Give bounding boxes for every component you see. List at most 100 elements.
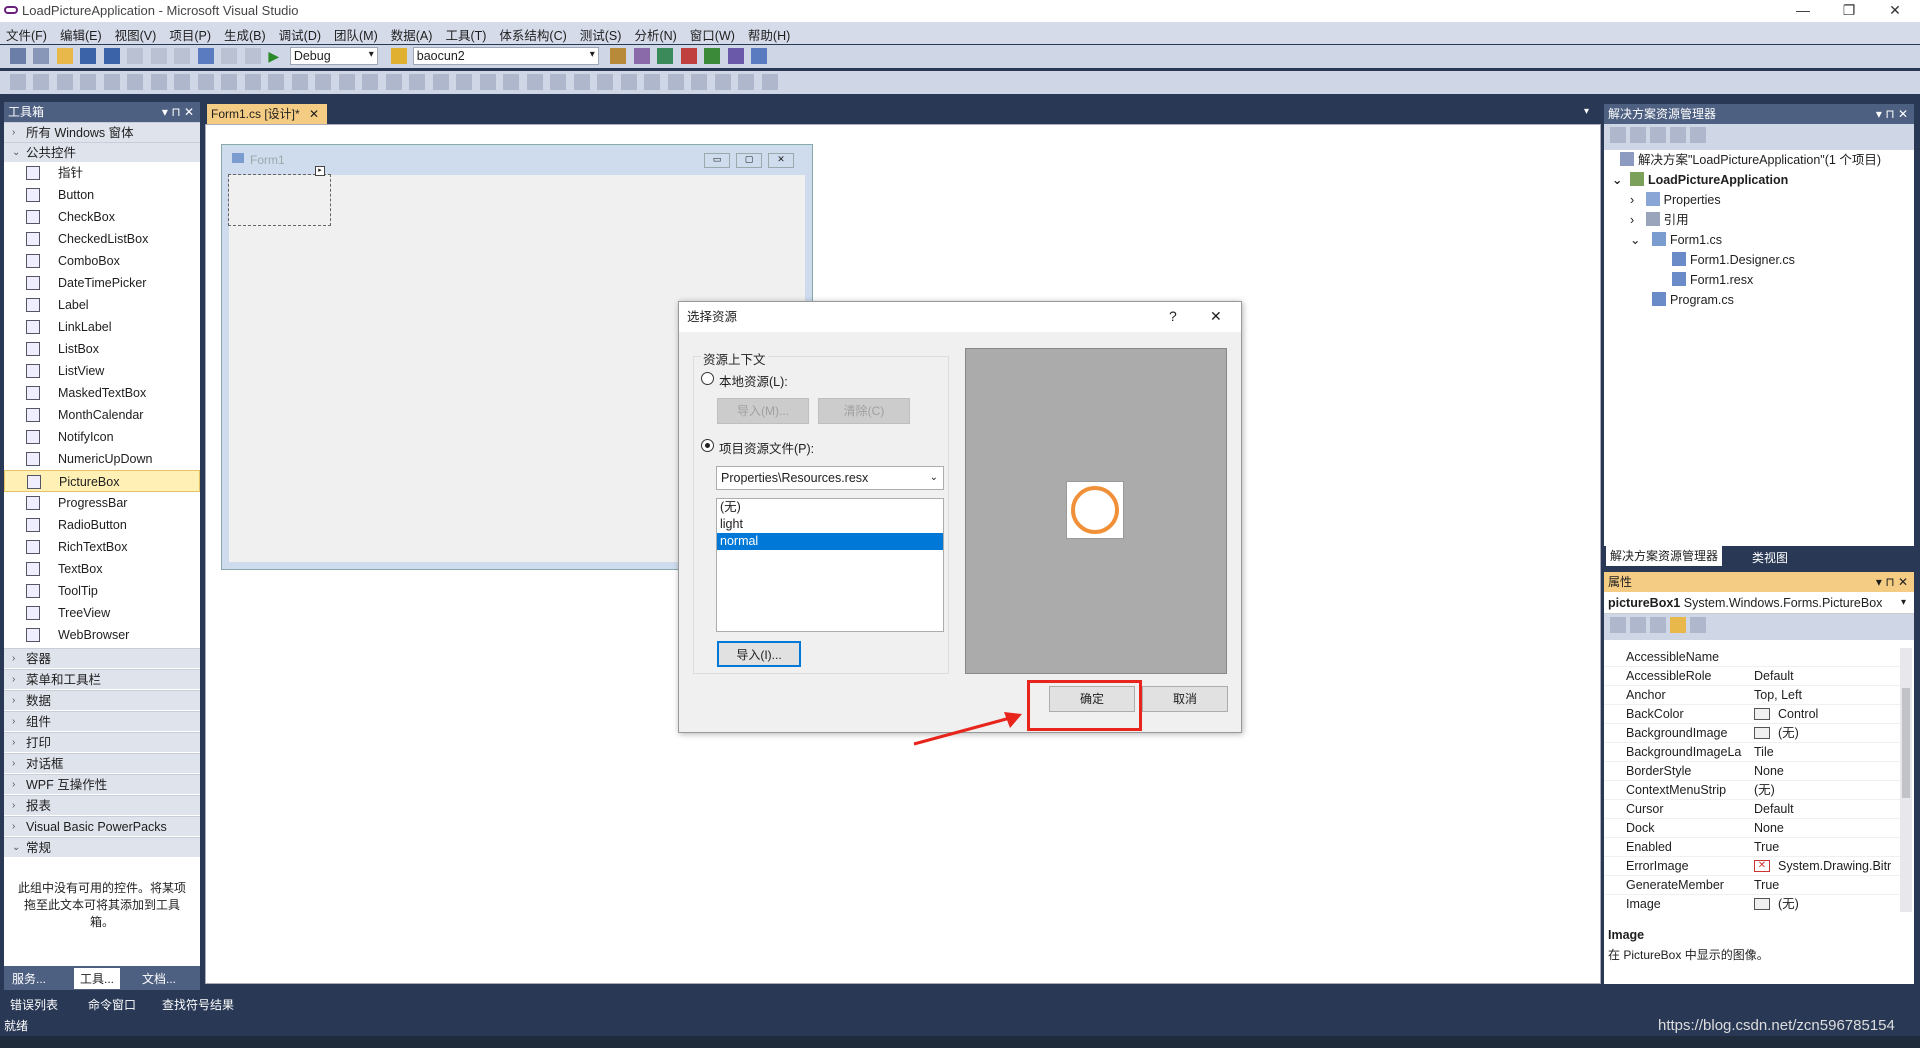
tab-dropdown-icon[interactable]: ▾ [1584,106,1589,117]
toolbox-item-listbox[interactable]: ListBox [4,338,200,360]
indent-icon[interactable] [597,74,614,90]
align-top-icon[interactable] [103,74,120,90]
bookmark-next-icon[interactable] [738,74,755,90]
bookmark-prev-icon[interactable] [714,74,731,90]
v-spacing-equal-icon[interactable] [362,74,379,90]
project-node[interactable]: ⌄ LoadPictureApplication [1612,170,1788,190]
menu-file[interactable]: 文件(F) [0,22,54,44]
toolbox-group[interactable]: › 组件 [4,711,200,731]
toolbox-group[interactable]: › Visual Basic PowerPacks [4,816,200,836]
property-pages-icon[interactable] [1690,617,1706,633]
property-row[interactable]: AccessibleName [1604,648,1900,667]
property-row[interactable]: ErrorImage ✕ System.Drawing.Bitr [1604,857,1900,876]
toolbox-item-datetimepicker[interactable]: DateTimePicker [4,272,200,294]
class-diagram-icon[interactable] [1690,127,1706,143]
navigate-icon[interactable] [244,48,261,64]
copy-icon[interactable] [150,48,167,64]
toolbox-item-label[interactable]: Label [4,294,200,316]
menu-test[interactable]: 测试(S) [574,22,629,44]
toolbox-item-checkedlistbox[interactable]: CheckedListBox [4,228,200,250]
same-height-icon[interactable] [197,74,214,90]
tab-server-explorer[interactable]: 服务... [12,970,46,987]
tab-command-window[interactable]: 命令窗口 [88,996,136,1013]
bookmark-clear-icon[interactable] [761,74,778,90]
menu-team[interactable]: 团队(M) [328,22,385,44]
property-row[interactable]: ContextMenuStrip (无) [1604,781,1900,800]
tab-find-symbol-results[interactable]: 查找符号结果 [162,996,234,1013]
start-debug-icon[interactable]: ▶ [268,48,284,64]
menu-help[interactable]: 帮助(H) [742,22,797,44]
align-right-icon[interactable] [80,74,97,90]
find-icon[interactable] [391,48,408,64]
align-left-icon[interactable] [33,74,50,90]
list-item[interactable]: light [717,516,943,533]
refresh-icon[interactable] [1630,127,1646,143]
h-spacing-remove-icon[interactable] [338,74,355,90]
config-combo[interactable]: Debug [289,47,378,65]
property-row[interactable]: BackgroundImage (无) [1604,724,1900,743]
menu-architecture[interactable]: 体系结构(C) [493,22,573,44]
object-selector[interactable]: pictureBox1 System.Windows.Forms.Picture… [1604,592,1914,614]
center-vertical-icon[interactable] [479,74,496,90]
toolbox-item-webbrowser[interactable]: WebBrowser [4,624,200,646]
property-row[interactable]: Enabled True [1604,838,1900,857]
align-grid-icon[interactable] [10,74,26,90]
toolbox-group[interactable]: › 容器 [4,648,200,668]
bring-to-front-icon[interactable] [503,74,520,90]
tab-solution-explorer[interactable]: 解决方案资源管理器 [1606,546,1723,566]
tab-toolbox[interactable]: 工具... [74,968,121,989]
outdent-icon[interactable] [620,74,637,90]
tree-item-properties[interactable]: › Properties [1630,190,1721,210]
import-button[interactable]: 导入(I)... [717,641,801,667]
tab-error-list[interactable]: 错误列表 [10,996,58,1013]
comment-icon[interactable] [644,74,661,90]
toolbox-item-radiobutton[interactable]: RadioButton [4,514,200,536]
bookmark-icon[interactable] [691,74,708,90]
h-spacing-increase-icon[interactable] [291,74,308,90]
property-row[interactable]: Image (无) [1604,895,1900,912]
toolbox-item-listview[interactable]: ListView [4,360,200,382]
menu-project[interactable]: 项目(P) [163,22,218,44]
events-icon[interactable] [1670,617,1686,633]
toolbox-item-numericupdown[interactable]: NumericUpDown [4,448,200,470]
solution-root[interactable]: 解决方案"LoadPictureApplication"(1 个项目) [1620,150,1881,170]
smart-tag-icon[interactable]: ▸ [315,166,325,176]
property-scrollbar[interactable] [1900,648,1912,912]
h-spacing-decrease-icon[interactable] [315,74,332,90]
toolbox-group[interactable]: › 对话框 [4,753,200,773]
categorized-icon[interactable] [1610,617,1626,633]
property-row[interactable]: Cursor Default [1604,800,1900,819]
show-all-files-icon[interactable] [1610,127,1626,143]
tree-item-references[interactable]: › 引用 [1630,210,1689,230]
save-all-icon[interactable] [103,48,120,64]
property-row[interactable]: Anchor Top, Left [1604,686,1900,705]
toolbox-group[interactable]: › 数据 [4,690,200,710]
toolbox-group[interactable]: › WPF 互操作性 [4,774,200,794]
toolbox-item-linklabel[interactable]: LinkLabel [4,316,200,338]
picturebox-selected[interactable] [228,174,331,226]
center-horizontal-icon[interactable] [456,74,473,90]
save-icon[interactable] [80,48,97,64]
align-center-icon[interactable] [56,74,73,90]
menu-data[interactable]: 数据(A) [385,22,440,44]
v-spacing-decrease-icon[interactable] [409,74,426,90]
tab-document-outline[interactable]: 文档... [142,970,176,987]
object-browser-icon[interactable] [657,48,674,64]
toolbox-group[interactable]: ⌄ 常规 [4,837,200,857]
toolbox-item-picturebox[interactable]: PictureBox [4,470,200,492]
h-spacing-equal-icon[interactable] [268,74,285,90]
property-row[interactable]: BorderStyle None [1604,762,1900,781]
tab-order-icon[interactable] [550,74,567,90]
solution-explorer-icon[interactable] [610,48,627,64]
uncomment-icon[interactable] [667,74,684,90]
find-combo[interactable]: baocun2 [412,47,599,65]
toolbox-item-button[interactable]: Button [4,184,200,206]
property-row[interactable]: BackColor Control [1604,705,1900,724]
toolbox-item-notifyicon[interactable]: NotifyIcon [4,426,200,448]
align-bottom-icon[interactable] [150,74,167,90]
property-row[interactable]: BackgroundImageLa Tile [1604,743,1900,762]
resx-select[interactable]: Properties\Resources.resx ⌄ [716,466,944,490]
align-middle-icon[interactable] [127,74,144,90]
same-width-icon[interactable] [174,74,191,90]
toolbox-item-maskedtextbox[interactable]: MaskedTextBox [4,382,200,404]
